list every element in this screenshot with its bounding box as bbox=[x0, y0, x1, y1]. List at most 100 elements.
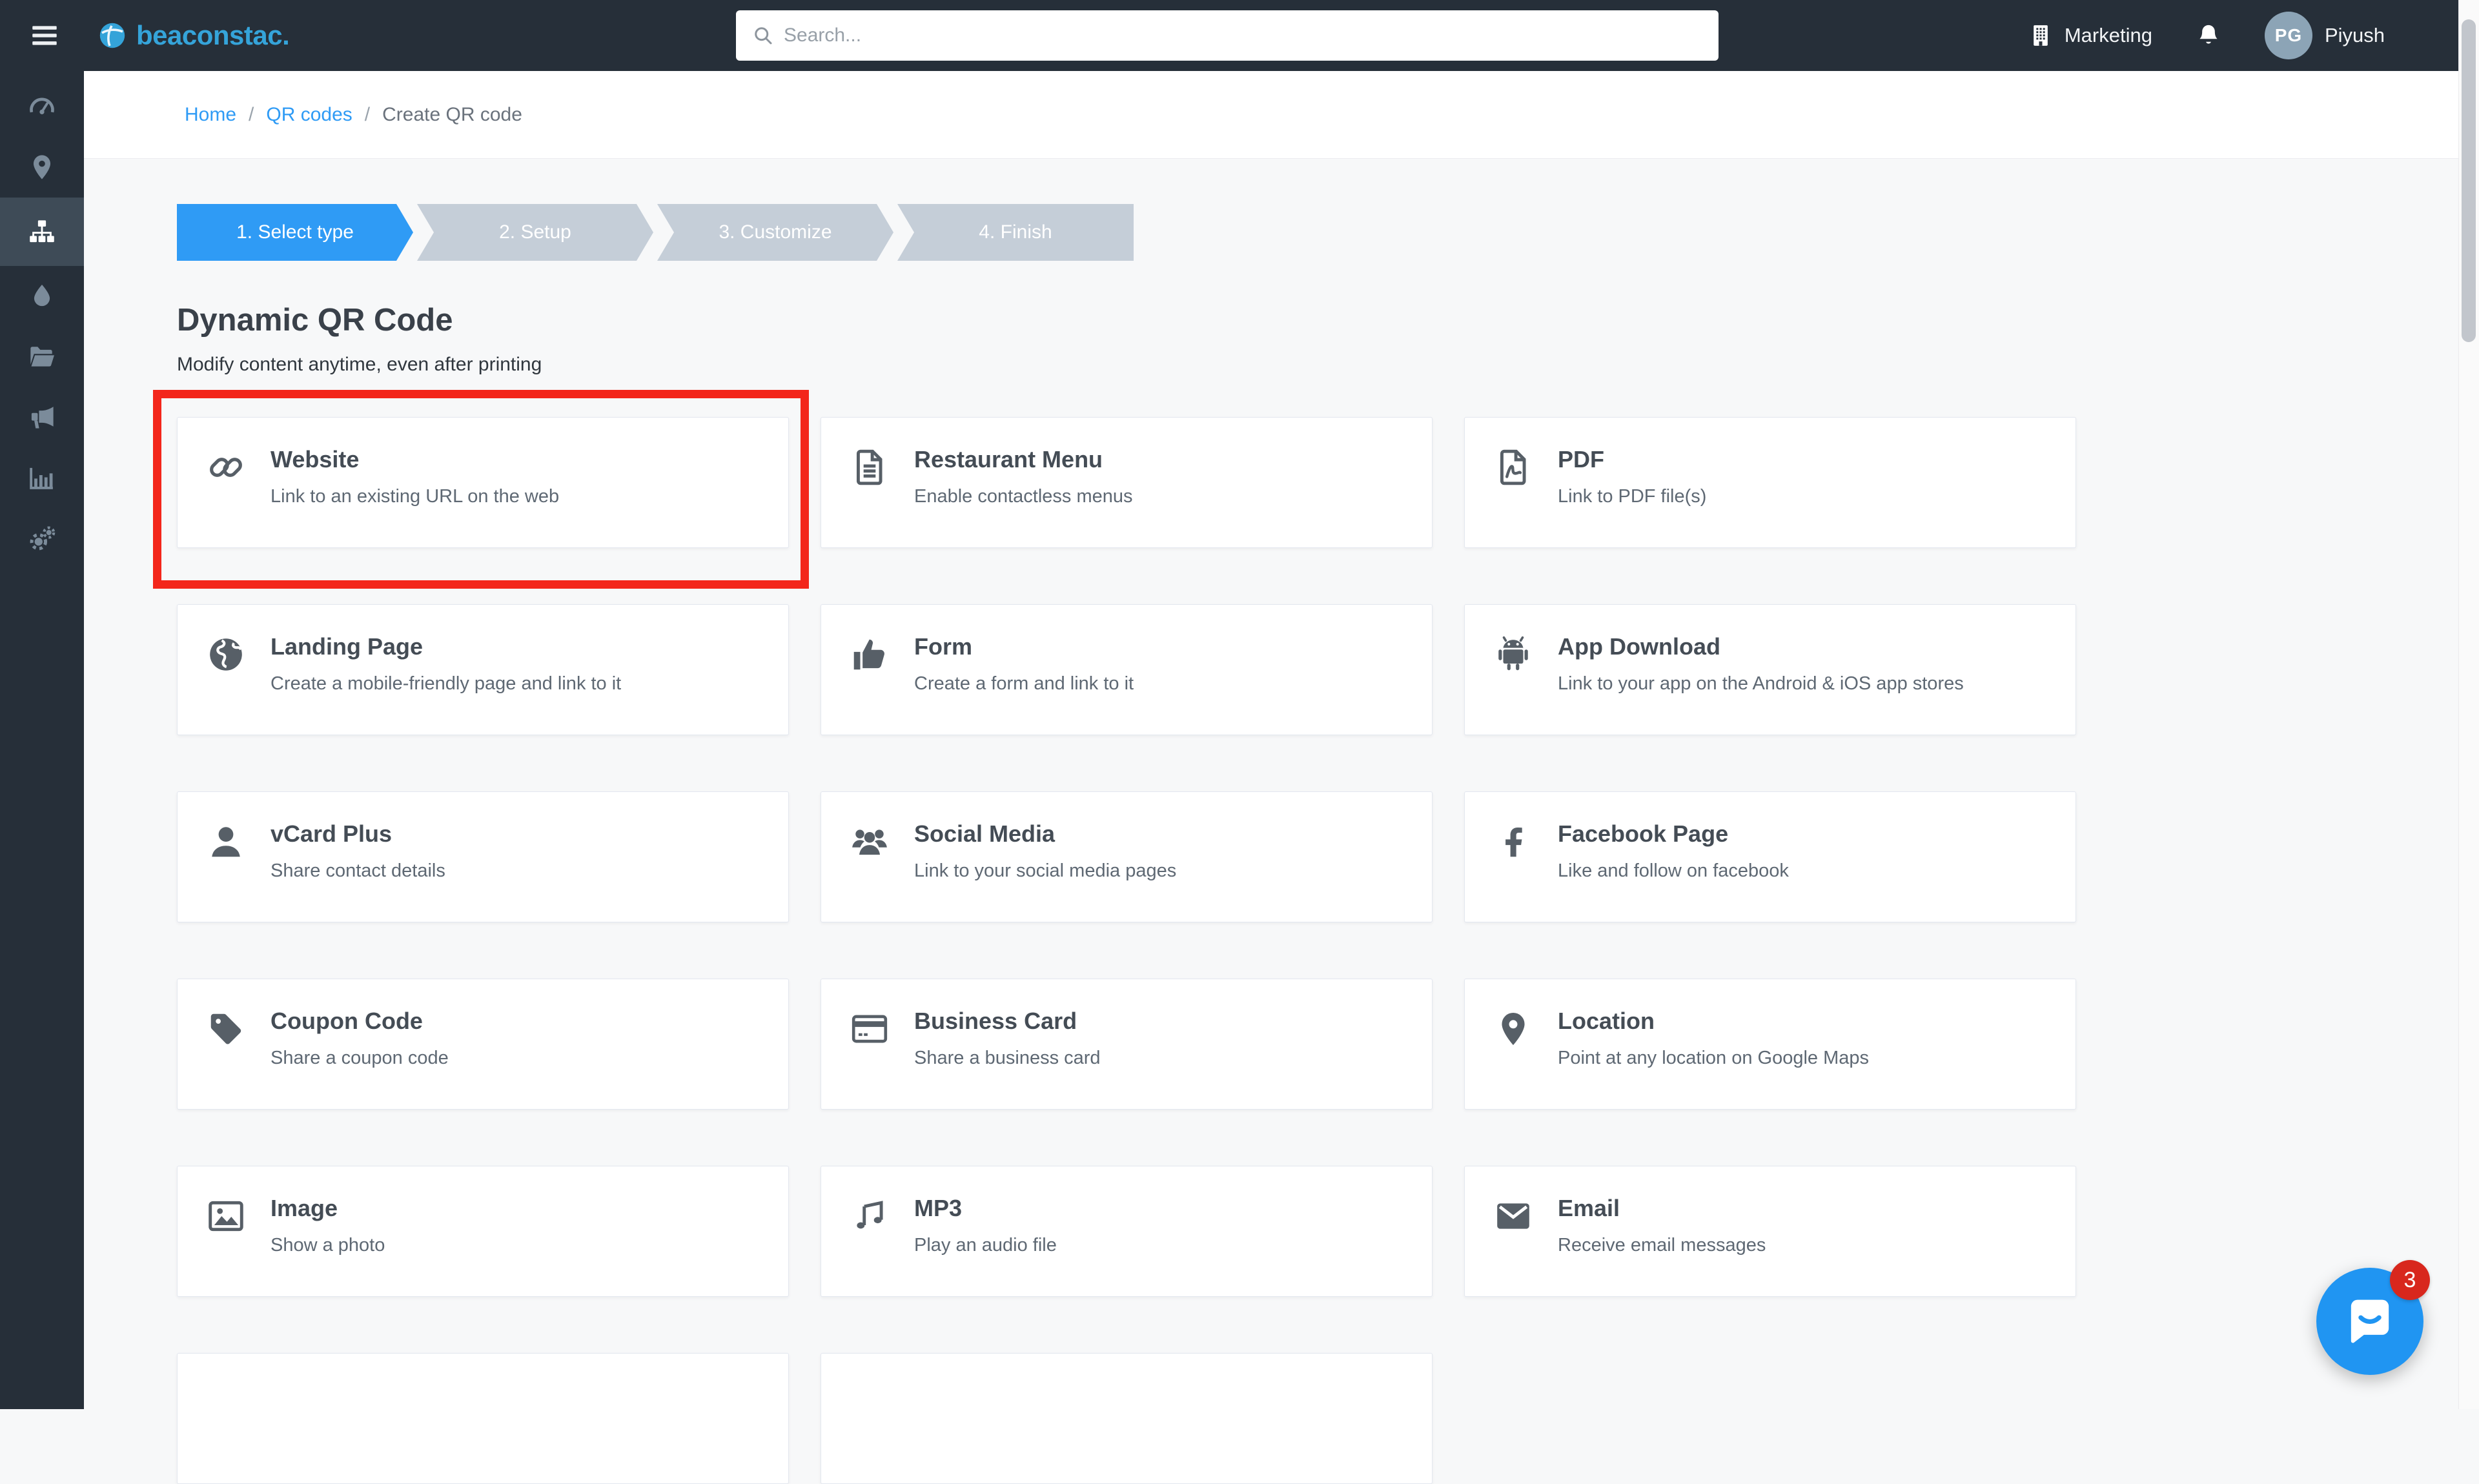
map-pin-icon-wrap bbox=[1493, 1009, 1533, 1049]
card-description: Link to your social media pages bbox=[914, 857, 1176, 885]
card-title: Business Card bbox=[914, 1006, 1101, 1036]
card-title: Coupon Code bbox=[270, 1006, 449, 1036]
card-description: Enable contactless menus bbox=[914, 482, 1133, 511]
card-title: Facebook Page bbox=[1558, 819, 1789, 849]
music-note-icon-wrap bbox=[850, 1196, 890, 1236]
card-title: PDF bbox=[1558, 445, 1706, 474]
user-name: Piyush bbox=[2325, 24, 2385, 47]
qr-type-card-website[interactable]: WebsiteLink to an existing URL on the we… bbox=[177, 417, 789, 548]
card-description: Play an audio file bbox=[914, 1231, 1057, 1259]
breadcrumb-current-create-qr-code: Create QR code bbox=[382, 104, 522, 125]
qr-type-card-landing-page[interactable]: Landing Page Create a mobile-friendly pag… bbox=[177, 604, 789, 735]
qr-type-card-social-media[interactable]: Social Media Link to your social media pa… bbox=[821, 791, 1433, 922]
qr-type-card-image[interactable]: Image Show a photo bbox=[177, 1166, 789, 1297]
card-description: Link to PDF file(s) bbox=[1558, 482, 1706, 511]
pdf-file-icon-wrap bbox=[1493, 447, 1533, 487]
card-title: Social Media bbox=[914, 819, 1176, 849]
breadcrumb-link-qr-codes[interactable]: QR codes bbox=[266, 104, 352, 125]
qr-type-card-restaurant-menu[interactable]: Restaurant MenuEnable contactless menus bbox=[821, 417, 1433, 548]
qr-type-card-location[interactable]: LocationPoint at any location on Google … bbox=[1464, 979, 2076, 1110]
qr-type-card-partial[interactable] bbox=[177, 1353, 789, 1484]
chat-bubble-icon bbox=[2338, 1289, 2402, 1354]
user-menu[interactable]: PG Piyush bbox=[2265, 12, 2385, 59]
avatar: PG bbox=[2265, 12, 2312, 59]
chat-launcher-button[interactable]: 3 bbox=[2316, 1268, 2423, 1375]
map-pin-icon bbox=[1493, 1009, 1533, 1049]
user-icon bbox=[206, 822, 246, 862]
users-icon-wrap bbox=[850, 822, 890, 862]
sidebar-item-gears[interactable] bbox=[0, 509, 84, 569]
thumbs-up-icon-wrap bbox=[850, 635, 890, 675]
qr-type-card-email[interactable]: Email Receive email messages bbox=[1464, 1166, 2076, 1297]
wizard-step-4: 4. Finish bbox=[897, 204, 1134, 261]
qr-type-grid: WebsiteLink to an existing URL on the we… bbox=[177, 417, 2076, 1484]
water-drop-icon bbox=[27, 281, 57, 311]
menu-button[interactable] bbox=[27, 19, 62, 52]
sidebar-item-megaphone[interactable] bbox=[0, 387, 84, 448]
pdf-file-icon bbox=[1493, 447, 1533, 487]
globe-icon-wrap bbox=[206, 635, 246, 675]
sidebar-item-folder-open[interactable] bbox=[0, 327, 84, 387]
workspace-label: Marketing bbox=[2065, 24, 2152, 47]
sidebar-item-bar-chart[interactable] bbox=[0, 448, 84, 509]
card-title: Landing Page bbox=[270, 632, 621, 662]
brand-logo[interactable]: beaconstac. bbox=[97, 0, 289, 71]
qr-type-card-coupon-code[interactable]: Coupon Code Share a coupon code bbox=[177, 979, 789, 1110]
music-note-icon bbox=[850, 1196, 890, 1236]
hamburger-icon bbox=[27, 19, 62, 52]
megaphone-icon bbox=[27, 403, 57, 432]
map-pin-icon bbox=[27, 152, 57, 182]
facebook-icon bbox=[1493, 822, 1533, 862]
document-icon-wrap bbox=[850, 447, 890, 487]
thumbs-up-icon bbox=[850, 635, 890, 675]
card-description: Show a photo bbox=[270, 1231, 385, 1259]
qr-type-card-facebook-page[interactable]: Facebook PageLike and follow on facebook bbox=[1464, 791, 2076, 922]
qr-type-card-partial[interactable] bbox=[821, 1353, 1433, 1484]
sidebar-item-map-pin[interactable] bbox=[0, 137, 84, 198]
link-icon bbox=[206, 447, 246, 487]
wizard-step-1: 1. Select type bbox=[177, 204, 413, 261]
bar-chart-icon bbox=[27, 463, 57, 493]
sidebar-item-water-drop[interactable] bbox=[0, 266, 84, 327]
card-title: Email bbox=[1558, 1194, 1766, 1223]
page-scrollbar-track[interactable] bbox=[2458, 0, 2479, 1409]
card-description: Receive email messages bbox=[1558, 1231, 1766, 1259]
qr-type-card-pdf[interactable]: PDF Link to PDF file(s) bbox=[1464, 417, 2076, 548]
sidebar-item-gauge[interactable] bbox=[0, 76, 84, 137]
page-title: Dynamic QR Code bbox=[177, 302, 2479, 338]
breadcrumb: Home/QR codes/Create QR code bbox=[185, 104, 522, 126]
qr-type-card-business-card[interactable]: Business Card Share a business card bbox=[821, 979, 1433, 1110]
card-title: Image bbox=[270, 1194, 385, 1223]
qr-type-card-form[interactable]: FormCreate a form and link to it bbox=[821, 604, 1433, 735]
workspace-switcher[interactable]: Marketing bbox=[2028, 21, 2152, 50]
notifications-button[interactable] bbox=[2195, 21, 2222, 50]
card-description: Create a mobile-friendly page and link t… bbox=[270, 669, 621, 698]
qr-type-card-app-download[interactable]: App DownloadLink to your app on the Andr… bbox=[1464, 604, 2076, 735]
android-icon bbox=[1493, 635, 1533, 675]
page-scrollbar-thumb[interactable] bbox=[2462, 19, 2476, 342]
top-bar: beaconstac. Marketing PG Piyush bbox=[0, 0, 2479, 71]
sidebar-item-sitemap[interactable] bbox=[0, 198, 84, 266]
card-description: Share a coupon code bbox=[270, 1044, 449, 1072]
card-description: Point at any location on Google Maps bbox=[1558, 1044, 1869, 1072]
envelope-icon-wrap bbox=[1493, 1196, 1533, 1236]
gauge-icon bbox=[27, 92, 57, 121]
breadcrumb-separator: / bbox=[249, 104, 254, 125]
tag-icon bbox=[206, 1009, 246, 1049]
page-subtitle: Modify content anytime, even after print… bbox=[177, 354, 2479, 376]
bell-icon bbox=[2195, 21, 2222, 50]
qr-type-card-vcard-plus[interactable]: vCard PlusShare contact details bbox=[177, 791, 789, 922]
beaconstac-logo-icon bbox=[97, 20, 128, 51]
search-input[interactable] bbox=[736, 10, 1719, 61]
global-search bbox=[736, 10, 1719, 61]
breadcrumb-link-home[interactable]: Home bbox=[185, 104, 236, 125]
card-description: Link to your app on the Android & iOS ap… bbox=[1558, 669, 1964, 698]
users-icon bbox=[850, 822, 890, 862]
card-description: Link to an existing URL on the web bbox=[270, 482, 559, 511]
card-description: Share a business card bbox=[914, 1044, 1101, 1072]
image-icon-wrap bbox=[206, 1196, 246, 1236]
document-icon bbox=[850, 447, 890, 487]
qr-type-card-mp3[interactable]: MP3Play an audio file bbox=[821, 1166, 1433, 1297]
chat-unread-badge: 3 bbox=[2390, 1260, 2430, 1300]
card-icon-wrap bbox=[850, 1009, 890, 1049]
